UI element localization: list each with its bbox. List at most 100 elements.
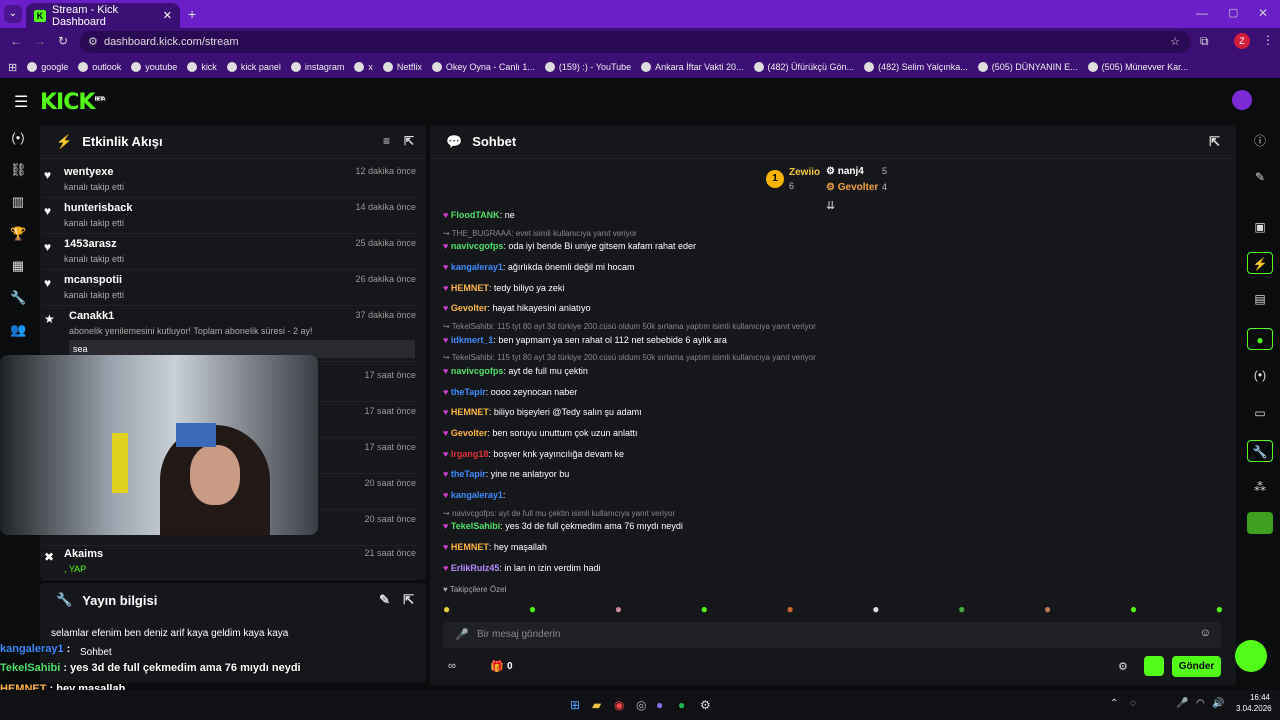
emote-picker-button[interactable] (1144, 656, 1164, 676)
bookmark-item[interactable]: google (27, 62, 68, 72)
points-icon[interactable]: ∞ (448, 660, 456, 672)
leader-name[interactable]: Zewiio (789, 167, 820, 178)
apps-icon[interactable]: ⊞ (8, 61, 17, 74)
chat-username[interactable]: navivcgofps (451, 366, 504, 376)
leader-name[interactable]: ⚙ Gevolter (826, 182, 878, 193)
activity-event[interactable]: ♥ mcanspotii kanalı takip etti 26 dakika ön… (42, 270, 416, 306)
bookmark-item[interactable]: kick (187, 62, 217, 72)
close-window-button[interactable]: ✕ (1258, 6, 1268, 20)
print-icon[interactable]: ▭ (1247, 402, 1273, 424)
chat-username[interactable]: Gevolter (451, 303, 488, 313)
bookmark-item[interactable]: (159) :) - YouTube (544, 62, 631, 72)
chat-username[interactable]: kangaleray1 (451, 262, 503, 272)
chat-username[interactable]: theTapir (451, 469, 486, 479)
app-icon[interactable] (1247, 512, 1273, 534)
wrench-icon[interactable]: 🔧 (10, 290, 26, 306)
send-button[interactable]: Gönder (1172, 656, 1221, 677)
emote-icon[interactable]: ● (529, 602, 536, 616)
emote-icon[interactable]: ● (958, 602, 965, 616)
trophy-icon[interactable]: 🏆 (10, 226, 26, 242)
bookmark-item[interactable]: (482) Selim Yalçınka... (864, 62, 968, 72)
popout-icon[interactable]: ⇱ (404, 134, 414, 148)
bookmark-item[interactable]: Okey Oyna - Canlı 1... (431, 62, 535, 72)
tools-toggle-icon[interactable]: 🔧 (1247, 440, 1273, 462)
capture-icon[interactable]: ▣ (1247, 216, 1273, 238)
browser-menu-icon[interactable]: ⋮ (1262, 33, 1274, 47)
reply-context[interactable]: ↪ TekelSahibi: 115 tyt 80 ayt 3d türkiye… (443, 322, 816, 331)
activity-event[interactable]: ♥ hunterisback kanalı takip etti 14 dakika … (42, 198, 416, 234)
mic-tray-icon[interactable]: 🎤 (1176, 698, 1188, 709)
maximize-button[interactable]: ▢ (1228, 6, 1238, 19)
broadcast-icon[interactable]: (•) (1247, 364, 1273, 386)
activity-event[interactable]: ♥ wentyexe kanalı takip etti 12 dakika önce (42, 162, 416, 198)
activity-event[interactable]: ★ Canakk1 abonelik yenilemesini kutluyor! … (42, 306, 416, 362)
chat-username[interactable]: ErlikRulz45 (451, 563, 500, 573)
bookmark-item[interactable]: (505) Münevver Kar... (1087, 62, 1188, 72)
chat-username[interactable]: HEMNET (451, 407, 489, 417)
popout-icon[interactable]: ⇱ (403, 592, 414, 608)
bookmark-item[interactable]: Netflix (382, 62, 422, 72)
chat-username[interactable]: Irgang18 (451, 449, 489, 459)
chat-username[interactable]: kangaleray1 (451, 490, 503, 500)
extensions-icon[interactable]: ⧉ (1200, 34, 1209, 49)
chat-username[interactable]: Gevolter (451, 428, 488, 438)
emote-icon[interactable]: ● (1130, 602, 1137, 616)
emote-icon[interactable]: ● (1044, 602, 1051, 616)
emote-icon[interactable]: ● (615, 602, 622, 616)
gift-icon[interactable]: 🎁 (490, 660, 504, 673)
bookmark-star-icon[interactable]: ☆ (1170, 31, 1180, 53)
hamburger-menu-icon[interactable]: ☰ (14, 92, 28, 112)
reply-context[interactable]: ↪ THE_BUGRAAA: evet isimli kullanıcıya y… (443, 229, 637, 238)
chat-username[interactable]: idkmert_1 (451, 335, 494, 345)
emote-icon[interactable]: ● (701, 602, 708, 616)
chat-input[interactable]: 🎤 Bir mesaj gönderin ☺ (443, 622, 1221, 648)
bookmark-item[interactable]: x (354, 62, 373, 72)
chat-username[interactable]: HEMNET (451, 283, 489, 293)
url-input[interactable]: ⚙ dashboard.kick.com/stream ☆ (80, 31, 1190, 53)
tab-stream[interactable]: K Stream - Kick Dashboard ✕ (26, 3, 180, 28)
activity-event[interactable]: ♥ 1453arasz kanalı takip etti 25 dakika önc… (42, 234, 416, 270)
bookmark-item[interactable]: youtube (131, 62, 177, 72)
start-icon[interactable]: ⊞ (570, 698, 580, 712)
discord-icon[interactable]: ● (656, 698, 663, 712)
reload-icon[interactable]: ↻ (58, 34, 68, 48)
network-icon[interactable]: ◌ (1130, 698, 1136, 709)
emote-icon[interactable]: ● (872, 602, 879, 616)
user-avatar[interactable] (1232, 90, 1252, 110)
link-icon[interactable]: ⛓ (10, 162, 27, 178)
filter-icon[interactable]: ≡ (383, 134, 390, 148)
groups-icon[interactable]: ⁂ (1247, 476, 1273, 498)
chat-toggle-icon[interactable]: ● (1247, 328, 1273, 350)
emote-icon[interactable]: ● (443, 602, 450, 616)
close-tab-icon[interactable]: ✕ (163, 9, 172, 22)
steam-icon[interactable]: ◎ (636, 698, 646, 712)
chat-username[interactable]: HEMNET (451, 542, 489, 552)
reply-context[interactable]: ↪ TekelSahibi: 115 tyt 80 ayt 3d türkiye… (443, 353, 816, 362)
expand-leaderboard-icon[interactable]: ⇊ (826, 199, 835, 212)
popout-icon[interactable]: ⇱ (1209, 134, 1220, 150)
analytics-icon[interactable]: ▥ (10, 194, 26, 210)
site-info-icon[interactable]: ⚙ (88, 31, 98, 53)
video-icon[interactable]: ▦ (10, 258, 26, 274)
clock[interactable]: 16:44 3.04.2026 (1236, 693, 1272, 713)
chat-username[interactable]: navivcgofps (451, 241, 504, 251)
spotify-icon[interactable]: ● (678, 698, 685, 712)
chat-username[interactable]: theTapir (451, 387, 486, 397)
activity-event[interactable]: ✖ Akaims , YAP 21 saat önce (42, 544, 416, 580)
kick-logo[interactable]: KICKBETA (40, 90, 106, 115)
emote-icon[interactable]: ● (786, 602, 793, 616)
chat-username[interactable]: FloodTANK (451, 210, 500, 220)
bookmark-item[interactable]: (505) DÜNYANIN E... (977, 62, 1078, 72)
forward-icon[interactable]: → (34, 34, 46, 48)
support-button[interactable] (1235, 640, 1267, 672)
reply-context[interactable]: ↪ navivcgofps: ayt de full mu çektin isi… (443, 509, 675, 518)
settings-icon[interactable]: ⚙ (700, 698, 711, 712)
explorer-icon[interactable]: ▰ (592, 698, 601, 712)
chat-settings-icon[interactable]: ⚙ (1118, 660, 1128, 673)
users-icon[interactable]: 👥 (10, 322, 26, 338)
bookmark-item[interactable]: Ankara İftar Vakti 20... (641, 62, 744, 72)
browser-taskbar-icon[interactable]: ◉ (614, 698, 624, 712)
profile-avatar[interactable]: Z (1234, 33, 1250, 49)
back-icon[interactable]: ← (10, 34, 22, 48)
tray-chevron-icon[interactable]: ⌃ (1110, 698, 1118, 709)
